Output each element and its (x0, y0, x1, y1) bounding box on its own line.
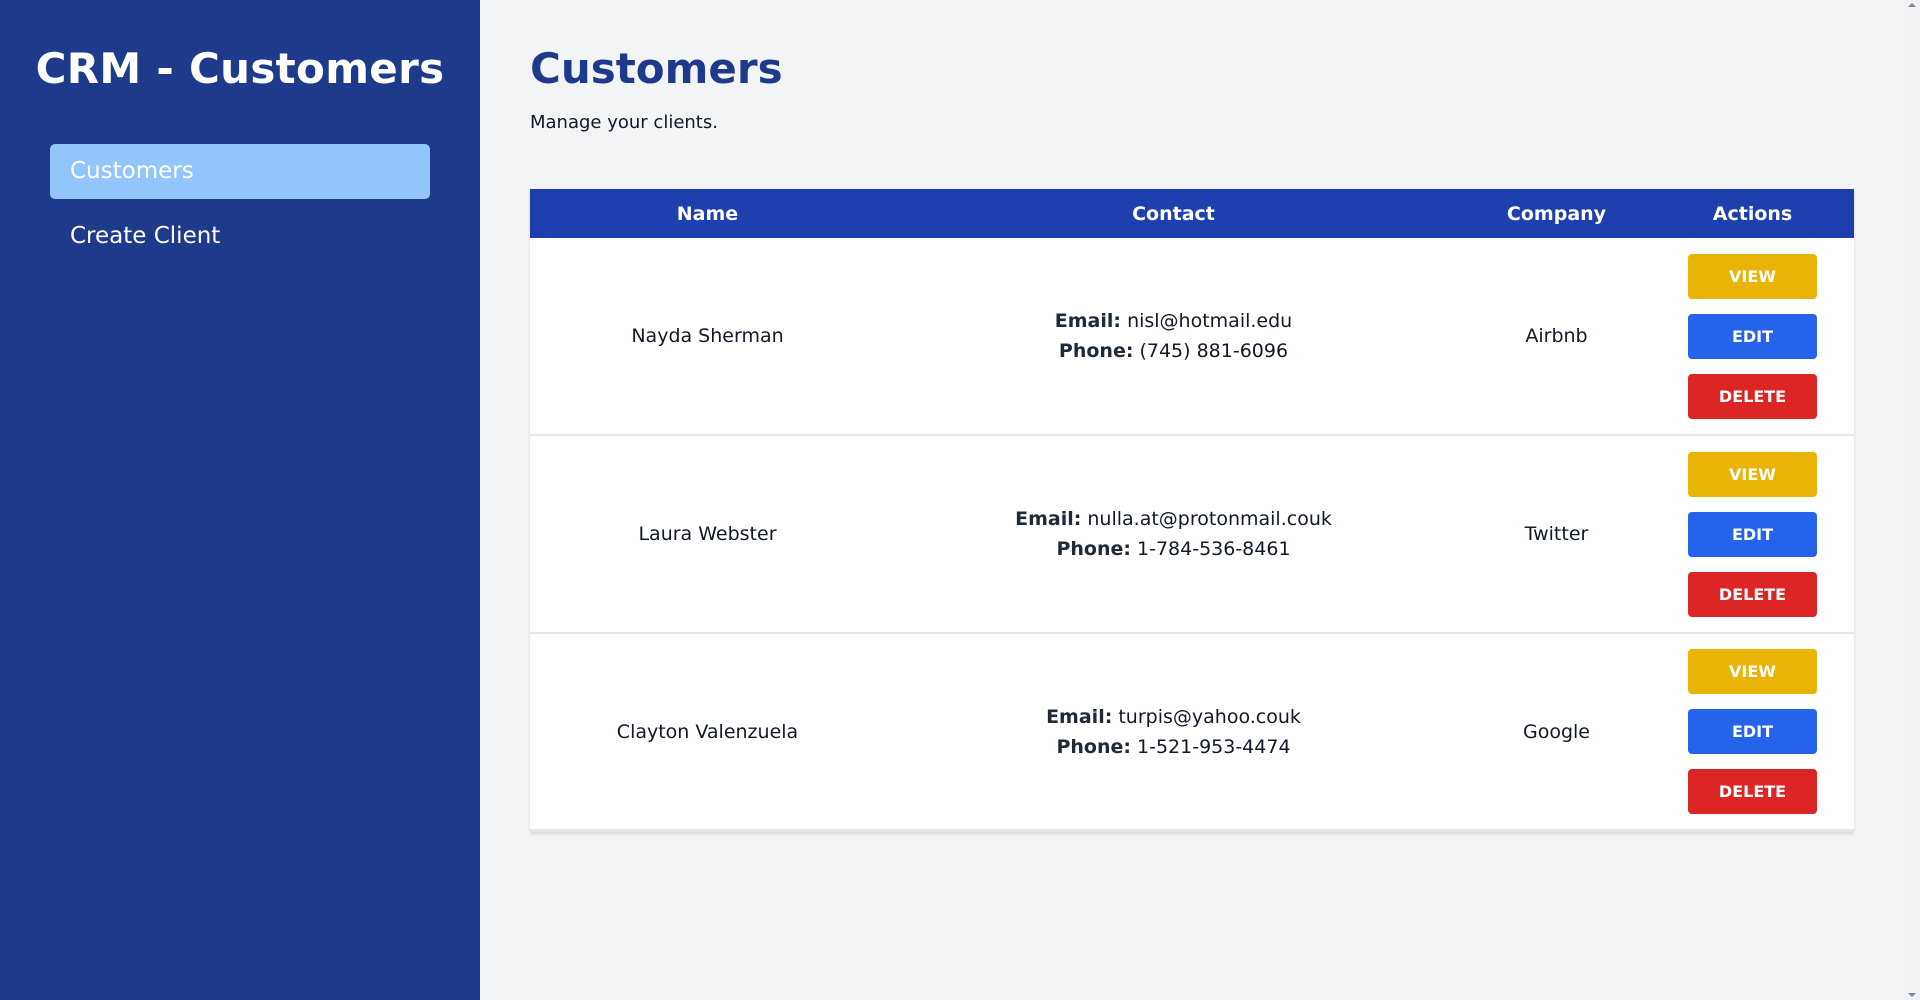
customer-phone: (745) 881-6096 (1139, 340, 1289, 362)
table-row: Clayton Valenzuela Email: turpis@yahoo.c… (530, 634, 1854, 832)
view-button[interactable]: VIEW (1688, 451, 1817, 497)
customer-company: Google (1522, 720, 1590, 743)
phone-label: Phone: (1056, 538, 1131, 560)
customer-name: Nayda Sherman (631, 325, 784, 347)
edit-button[interactable]: EDIT (1688, 313, 1817, 359)
customer-phone: 1-521-953-4474 (1137, 735, 1291, 758)
table-row: Nayda Sherman Email: nisl@hotmail.edu Ph… (530, 238, 1854, 436)
delete-button[interactable]: DELETE (1688, 571, 1817, 617)
customer-phone: 1-784-536-8461 (1137, 538, 1291, 560)
sidebar-item-create-client[interactable]: Create Client (50, 209, 430, 264)
scroll-up-arrow-icon[interactable] (1908, 3, 1916, 7)
row-actions: VIEW EDIT DELETE (1651, 649, 1854, 814)
customer-contact: Email: turpis@yahoo.couk Phone: 1-521-95… (885, 702, 1462, 762)
customer-contact: Email: nisl@hotmail.edu Phone: (745) 881… (885, 306, 1462, 366)
customer-contact: Email: nulla.at@protonmail.couk Phone: 1… (885, 504, 1462, 564)
edit-button[interactable]: EDIT (1688, 709, 1817, 754)
delete-button[interactable]: DELETE (1688, 769, 1817, 814)
page-subtitle: Manage your clients. (530, 112, 718, 133)
email-label: Email: (1015, 508, 1082, 530)
edit-button[interactable]: EDIT (1688, 511, 1817, 557)
main-content: Customers Manage your clients. Name Cont… (480, 0, 1905, 1000)
phone-label: Phone: (1056, 735, 1131, 758)
customer-name: Clayton Valenzuela (616, 720, 799, 743)
view-button[interactable]: VIEW (1688, 253, 1817, 299)
table-row: Laura Webster Email: nulla.at@protonmail… (530, 436, 1854, 634)
customer-name: Laura Webster (638, 523, 777, 545)
customer-email: turpis@yahoo.couk (1118, 705, 1301, 728)
table-header: Name Contact Company Actions (530, 189, 1854, 238)
customer-email: nisl@hotmail.edu (1127, 310, 1293, 332)
row-actions: VIEW EDIT DELETE (1651, 253, 1854, 419)
vertical-scrollbar[interactable] (1905, 0, 1920, 1000)
scroll-down-arrow-icon[interactable] (1908, 993, 1916, 997)
sidebar-item-customers[interactable]: Customers (50, 144, 430, 199)
column-header-name: Name (676, 202, 739, 225)
page-title: Customers (530, 44, 783, 93)
sidebar: CRM - Customers Customers Create Client (0, 0, 480, 1000)
customer-email: nulla.at@protonmail.couk (1087, 508, 1332, 530)
delete-button[interactable]: DELETE (1688, 373, 1817, 419)
sidebar-nav: Customers Create Client (50, 144, 430, 274)
view-button[interactable]: VIEW (1688, 649, 1817, 694)
column-header-company: Company (1506, 202, 1607, 225)
email-label: Email: (1054, 310, 1122, 332)
row-actions: VIEW EDIT DELETE (1651, 451, 1854, 617)
column-header-actions: Actions (1712, 202, 1793, 225)
customers-table: Name Contact Company Actions Nayda Sherm… (530, 189, 1854, 832)
phone-label: Phone: (1058, 340, 1134, 362)
column-header-contact: Contact (1132, 202, 1215, 225)
email-label: Email: (1046, 705, 1113, 728)
app-title: CRM - Customers (35, 44, 445, 93)
customer-company: Airbnb (1525, 325, 1588, 347)
customer-company: Twitter (1524, 523, 1589, 545)
